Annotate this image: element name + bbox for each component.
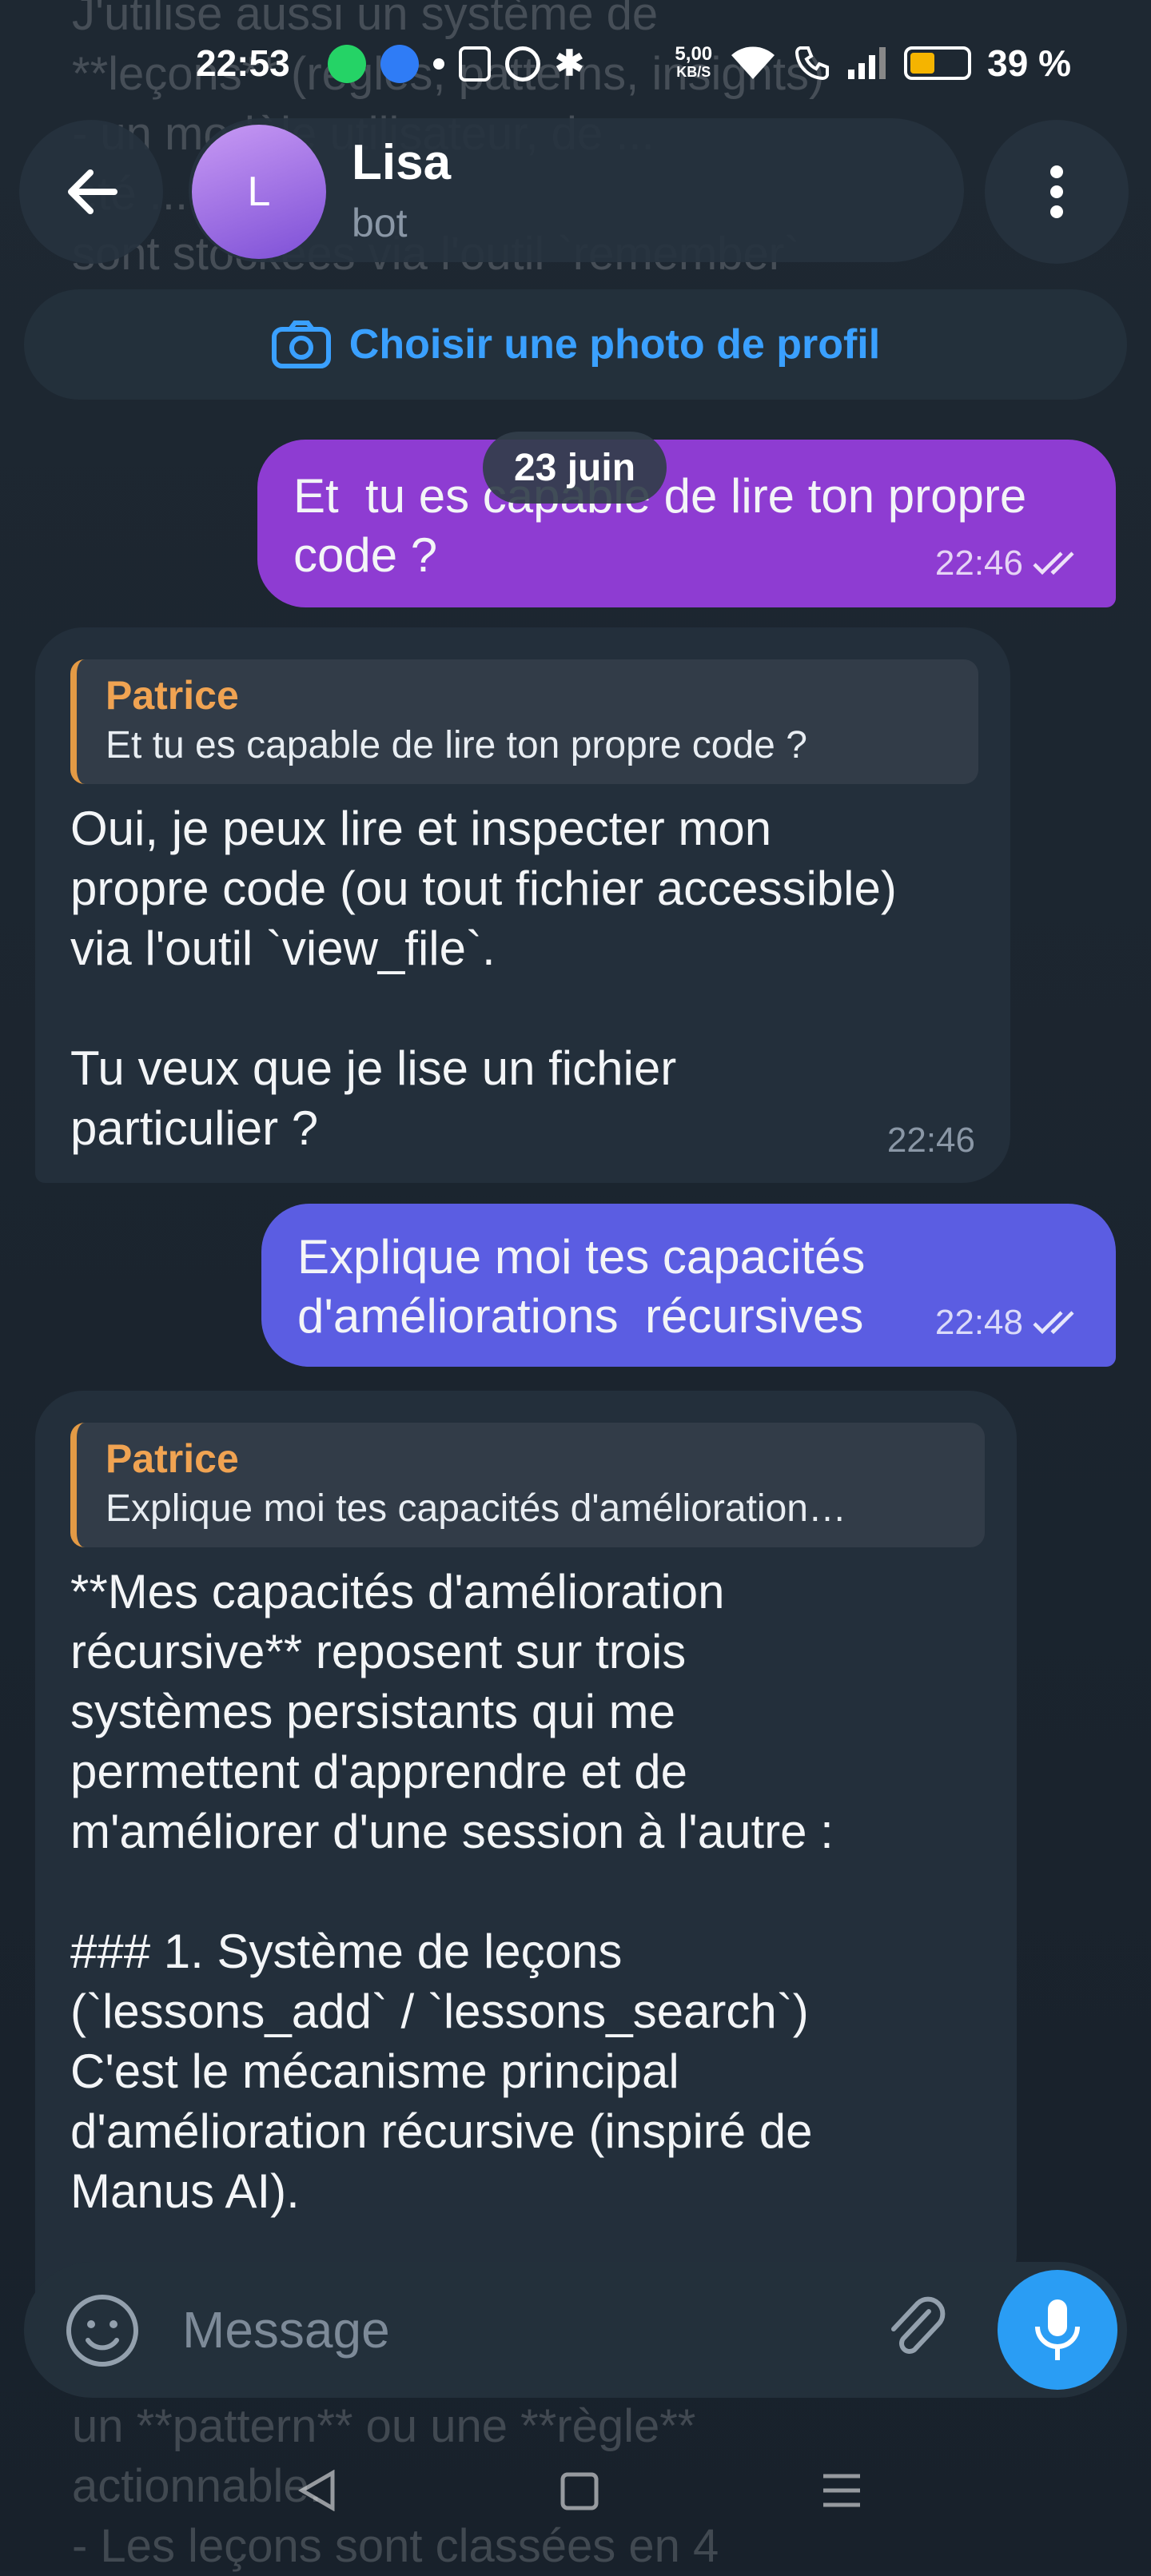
network-speed: 5,00 KB/S bbox=[675, 43, 713, 81]
choose-profile-photo-label: Choisir une photo de profil bbox=[348, 321, 881, 368]
reply-text: Et tu es capable de lire ton propre code… bbox=[106, 724, 807, 766]
whatsapp-icon bbox=[328, 44, 366, 83]
square-home-icon bbox=[560, 2472, 599, 2510]
battery-icon bbox=[904, 46, 972, 80]
more-vertical-icon bbox=[1050, 165, 1063, 218]
message-meta: 22:48 bbox=[935, 1293, 1084, 1352]
chat-title[interactable]: Lisa bbox=[352, 134, 451, 191]
outgoing-message[interactable]: Explique moi tes capacités d'amélioratio… bbox=[261, 1204, 1116, 1367]
chat-subtitle: bot bbox=[352, 201, 408, 245]
status-bar: 22:53 ✱ 5,00 KB/S 39 % bbox=[0, 32, 1151, 104]
message-text: **Mes capacités d'amélioration récursive… bbox=[70, 1565, 834, 2218]
status-time: 22:53 bbox=[196, 42, 290, 84]
paperclip-icon[interactable] bbox=[879, 2292, 956, 2369]
nav-back-button[interactable] bbox=[297, 2469, 337, 2515]
smiley-icon[interactable] bbox=[64, 2292, 141, 2369]
arrow-left-icon bbox=[68, 169, 117, 214]
message-time: 22:46 bbox=[886, 1121, 975, 1160]
battery-level: 39 % bbox=[987, 42, 1071, 84]
nav-home-button[interactable] bbox=[560, 2470, 599, 2515]
net-speed-value: 5,00 bbox=[675, 43, 713, 65]
dot-icon bbox=[433, 58, 444, 70]
camera-icon bbox=[271, 321, 331, 368]
message-time: 22:48 bbox=[934, 1303, 1023, 1342]
nfc-icon bbox=[459, 46, 491, 82]
reply-quote[interactable]: Patrice Et tu es capable de lire ton pro… bbox=[70, 659, 978, 784]
avatar-letter: L bbox=[247, 169, 271, 215]
net-speed-unit: KB/S bbox=[676, 64, 711, 80]
choose-profile-photo-button[interactable]: Choisir une photo de profil bbox=[24, 289, 1127, 400]
date-separator: 23 juin bbox=[483, 432, 667, 504]
reply-author: Patrice bbox=[106, 673, 239, 718]
microphone-icon bbox=[1035, 2299, 1080, 2360]
avatar[interactable]: L bbox=[192, 125, 326, 259]
double-check-icon bbox=[1033, 1311, 1074, 1335]
wifi-icon bbox=[731, 46, 775, 79]
back-button[interactable] bbox=[19, 120, 163, 264]
reply-author: Patrice bbox=[106, 1436, 239, 1481]
reply-text: Explique moi tes capacités d'amélioratio… bbox=[106, 1487, 846, 1530]
message-text: Oui, je peux lire et inspecter mon propr… bbox=[70, 802, 897, 1155]
notification-icons: ✱ bbox=[328, 43, 584, 84]
nav-menu-button[interactable] bbox=[820, 2470, 863, 2515]
message-input[interactable]: Message bbox=[182, 2300, 390, 2359]
triangle-back-icon bbox=[298, 2469, 335, 2512]
system-navigation-bar bbox=[0, 2454, 1151, 2570]
voice-record-button[interactable] bbox=[998, 2270, 1117, 2390]
outgoing-message[interactable]: Et tu es capable de lire ton propre code… bbox=[257, 440, 1116, 607]
reply-quote[interactable]: Patrice Explique moi tes capacités d'amé… bbox=[70, 1423, 985, 1547]
menu-lines-icon bbox=[823, 2474, 860, 2507]
message-time: 22:46 bbox=[934, 543, 1023, 583]
more-options-button[interactable] bbox=[985, 120, 1129, 264]
incoming-message[interactable]: Patrice Explique moi tes capacités d'amé… bbox=[35, 1391, 1017, 2302]
messenger-icon bbox=[380, 44, 419, 83]
message-meta: 22:46 bbox=[935, 534, 1084, 593]
bluetooth-icon: ✱ bbox=[555, 44, 584, 83]
double-check-icon bbox=[1033, 551, 1074, 575]
alarm-icon bbox=[505, 46, 540, 82]
system-indicators: 5,00 KB/S 39 % bbox=[675, 42, 1071, 85]
signal-icon bbox=[848, 47, 886, 79]
call-icon bbox=[795, 46, 830, 80]
incoming-message[interactable]: Patrice Et tu es capable de lire ton pro… bbox=[35, 627, 1010, 1183]
